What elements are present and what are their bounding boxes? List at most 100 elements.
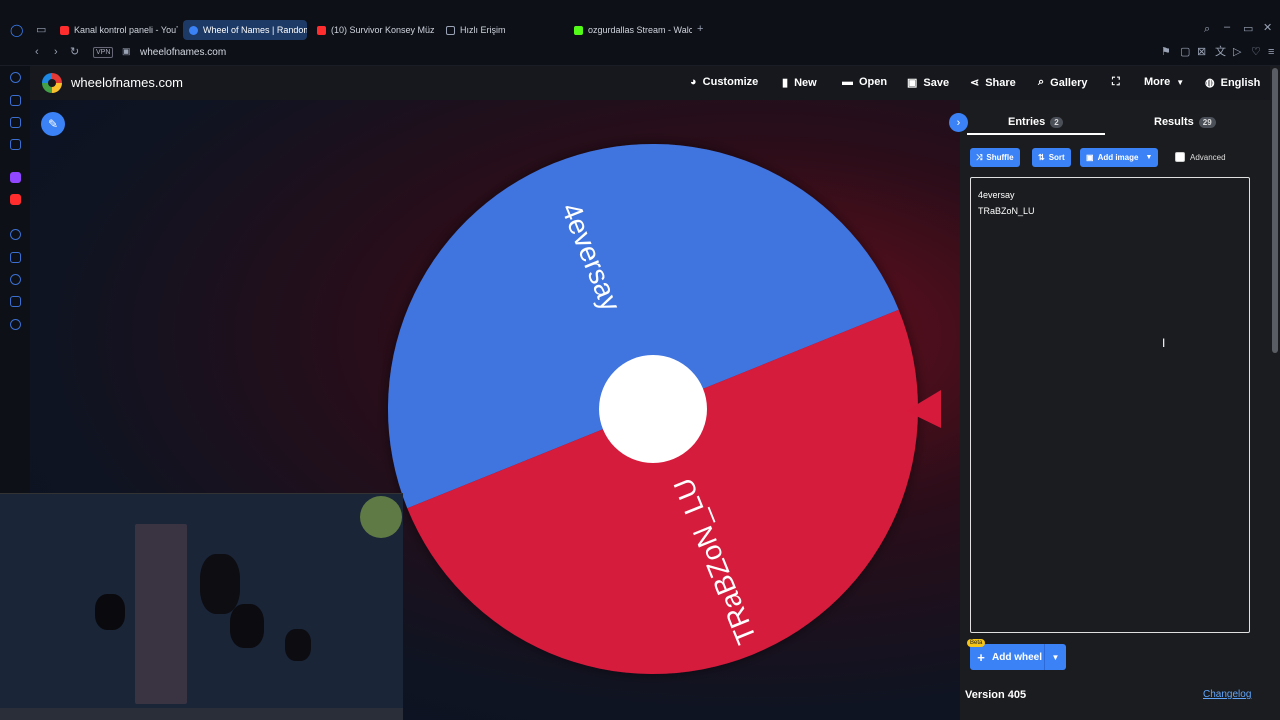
tab-wheel-of-names[interactable]: Wheel of Names | Random <box>183 20 307 40</box>
sort-button[interactable]: ⇅ Sort <box>1032 148 1071 167</box>
share-icon: ⋖ <box>970 77 980 89</box>
grid-icon <box>446 25 455 35</box>
game-character <box>200 554 240 614</box>
close-window-icon[interactable]: ✕ <box>1263 23 1272 34</box>
adblock-icon[interactable]: ⊠ <box>1197 47 1206 58</box>
gallery-label: Gallery <box>1050 76 1088 89</box>
tab-results[interactable]: Results 29 <box>1154 116 1216 128</box>
pencil-icon: ✎ <box>47 117 59 131</box>
tab-survivor[interactable]: (10) Survivor Konsey Müz <box>311 20 435 40</box>
collapse-panel-button[interactable]: › <box>949 113 968 132</box>
add-wheel-button[interactable]: + Add wheel ▼ <box>970 644 1066 670</box>
active-tab-indicator <box>967 133 1105 135</box>
reload-icon[interactable]: ↻ <box>70 47 79 58</box>
sidebar-settings-icon[interactable] <box>10 319 21 330</box>
forward-icon[interactable]: › <box>54 47 58 58</box>
advanced-toggle[interactable]: Advanced <box>1175 152 1226 162</box>
open-button[interactable]: ▬ Open <box>842 76 887 88</box>
more-label: More <box>1144 76 1171 88</box>
vpn-badge[interactable]: VPN <box>93 47 114 58</box>
tab-kick-stream[interactable]: ozgurdallas Stream - Walc <box>568 20 692 40</box>
new-button[interactable]: ▮ New <box>782 76 817 90</box>
sidebar-news-icon[interactable] <box>10 117 21 128</box>
menu-icon[interactable]: ≡ <box>1268 47 1274 58</box>
changelog-link[interactable]: Changelog <box>1203 689 1251 700</box>
customize-button[interactable]: ◕ Customize <box>690 76 758 88</box>
url-text[interactable]: wheelofnames.com <box>140 47 226 58</box>
lock-icon: ▣ <box>122 46 131 56</box>
new-tab-icon[interactable]: + <box>697 24 703 35</box>
sidebar-shop-icon[interactable] <box>10 95 21 106</box>
more-menu-button[interactable]: More ▼ <box>1144 76 1184 88</box>
sidebar-ai-icon[interactable] <box>10 72 21 83</box>
opera-logo-icon[interactable]: ◯ <box>10 24 23 36</box>
beta-badge: Beta <box>967 639 986 647</box>
add-wheel-label: Add wheel <box>992 651 1043 663</box>
wheel-hub[interactable] <box>599 355 707 463</box>
sidebar-bookmarks-icon[interactable] <box>10 252 21 263</box>
add-image-button[interactable]: ▣ Add image ▼ <box>1080 148 1159 167</box>
entries-textarea[interactable]: 4eversay TRaBZoN_LU <box>970 177 1250 633</box>
save-button[interactable]: ▣ Save <box>907 76 950 90</box>
entries-tab-label: Entries <box>1008 116 1046 128</box>
language-button[interactable]: ◍ English <box>1205 76 1260 90</box>
advanced-label: Advanced <box>1190 152 1226 162</box>
site-header: wheelofnames.com ◕ Customize ▮ New ▬ Ope… <box>30 66 1270 100</box>
snapshot-icon[interactable]: ▢ <box>1180 47 1190 58</box>
scrollbar-thumb[interactable] <box>1272 68 1278 353</box>
caret-down-icon: ▼ <box>1176 77 1185 87</box>
floppy-icon: ▣ <box>907 77 918 89</box>
tab-entries[interactable]: Entries 2 <box>1008 116 1063 128</box>
entries-count-badge: 2 <box>1050 116 1063 128</box>
caret-down-icon[interactable]: ▼ <box>1044 644 1066 670</box>
kick-icon <box>574 25 583 35</box>
player-icon[interactable]: ▷ <box>1233 47 1241 58</box>
tab-label: Wheel of Names | Random <box>203 25 307 35</box>
search-tabs-icon[interactable]: ⌕ <box>1204 24 1210 35</box>
plus-icon: + <box>977 649 985 665</box>
back-icon[interactable]: ‹ <box>35 47 39 58</box>
file-icon: ▮ <box>782 77 789 89</box>
version-text: Version 405 <box>965 689 1027 701</box>
game-capture-overlay <box>0 493 403 720</box>
sidebar-twitch-icon[interactable] <box>10 172 21 183</box>
tab-speed-dial[interactable]: Hızlı Erişim <box>440 20 564 40</box>
customize-label: Customize <box>702 76 759 88</box>
gallery-button[interactable]: ⌕ Gallery <box>1038 76 1087 89</box>
edit-pencil-button[interactable]: ✎ <box>41 112 65 136</box>
text-cursor-icon: Ι <box>1162 336 1166 350</box>
fullscreen-icon: ⛶ <box>1112 76 1120 88</box>
sidebar-messenger-icon[interactable] <box>10 139 21 150</box>
fullscreen-button[interactable]: ⛶ <box>1112 76 1120 89</box>
sidebar-player-icon[interactable] <box>10 229 21 240</box>
advanced-checkbox[interactable] <box>1175 152 1185 162</box>
sidebar-extensions-icon[interactable] <box>10 296 21 307</box>
heart-icon[interactable]: ♡ <box>1251 47 1261 58</box>
entries-panel: Entries 2 Results 29 ⤨ Shuffle ⇅ Sort ▣ … <box>960 100 1270 720</box>
share-label: Share <box>985 76 1016 89</box>
open-label: Open <box>859 76 888 88</box>
share-button[interactable]: ⋖ Share <box>970 76 1016 90</box>
minimize-icon[interactable]: – <box>1224 22 1230 33</box>
maximize-icon[interactable]: ▭ <box>1243 24 1253 35</box>
sidebar-youtube-icon[interactable] <box>10 194 21 205</box>
shuffle-button[interactable]: ⤨ Shuffle <box>970 148 1020 167</box>
game-character <box>285 629 311 661</box>
game-character <box>230 604 264 648</box>
game-toolbar <box>0 708 403 720</box>
tab-overview-icon[interactable]: ▭ <box>36 25 46 36</box>
save-label: Save <box>923 76 950 89</box>
results-count-badge: 29 <box>1198 116 1216 128</box>
shuffle-label: Shuffle <box>986 153 1014 162</box>
page-scrollbar[interactable] <box>1270 66 1280 720</box>
wheel-logo-icon[interactable] <box>42 73 62 93</box>
site-title[interactable]: wheelofnames.com <box>71 75 183 90</box>
palette-icon: ◕ <box>690 76 697 88</box>
new-label: New <box>794 76 817 89</box>
add-image-label: Add image <box>1097 153 1139 162</box>
tab-youtube-dashboard[interactable]: Kanal kontrol paneli - YouT <box>54 20 178 40</box>
bookmark-icon[interactable]: ⚑ <box>1161 47 1171 58</box>
translate-icon[interactable]: 文 <box>1215 47 1226 58</box>
shuffle-icon: ⤨ <box>976 152 983 162</box>
sidebar-history-icon[interactable] <box>10 274 21 285</box>
